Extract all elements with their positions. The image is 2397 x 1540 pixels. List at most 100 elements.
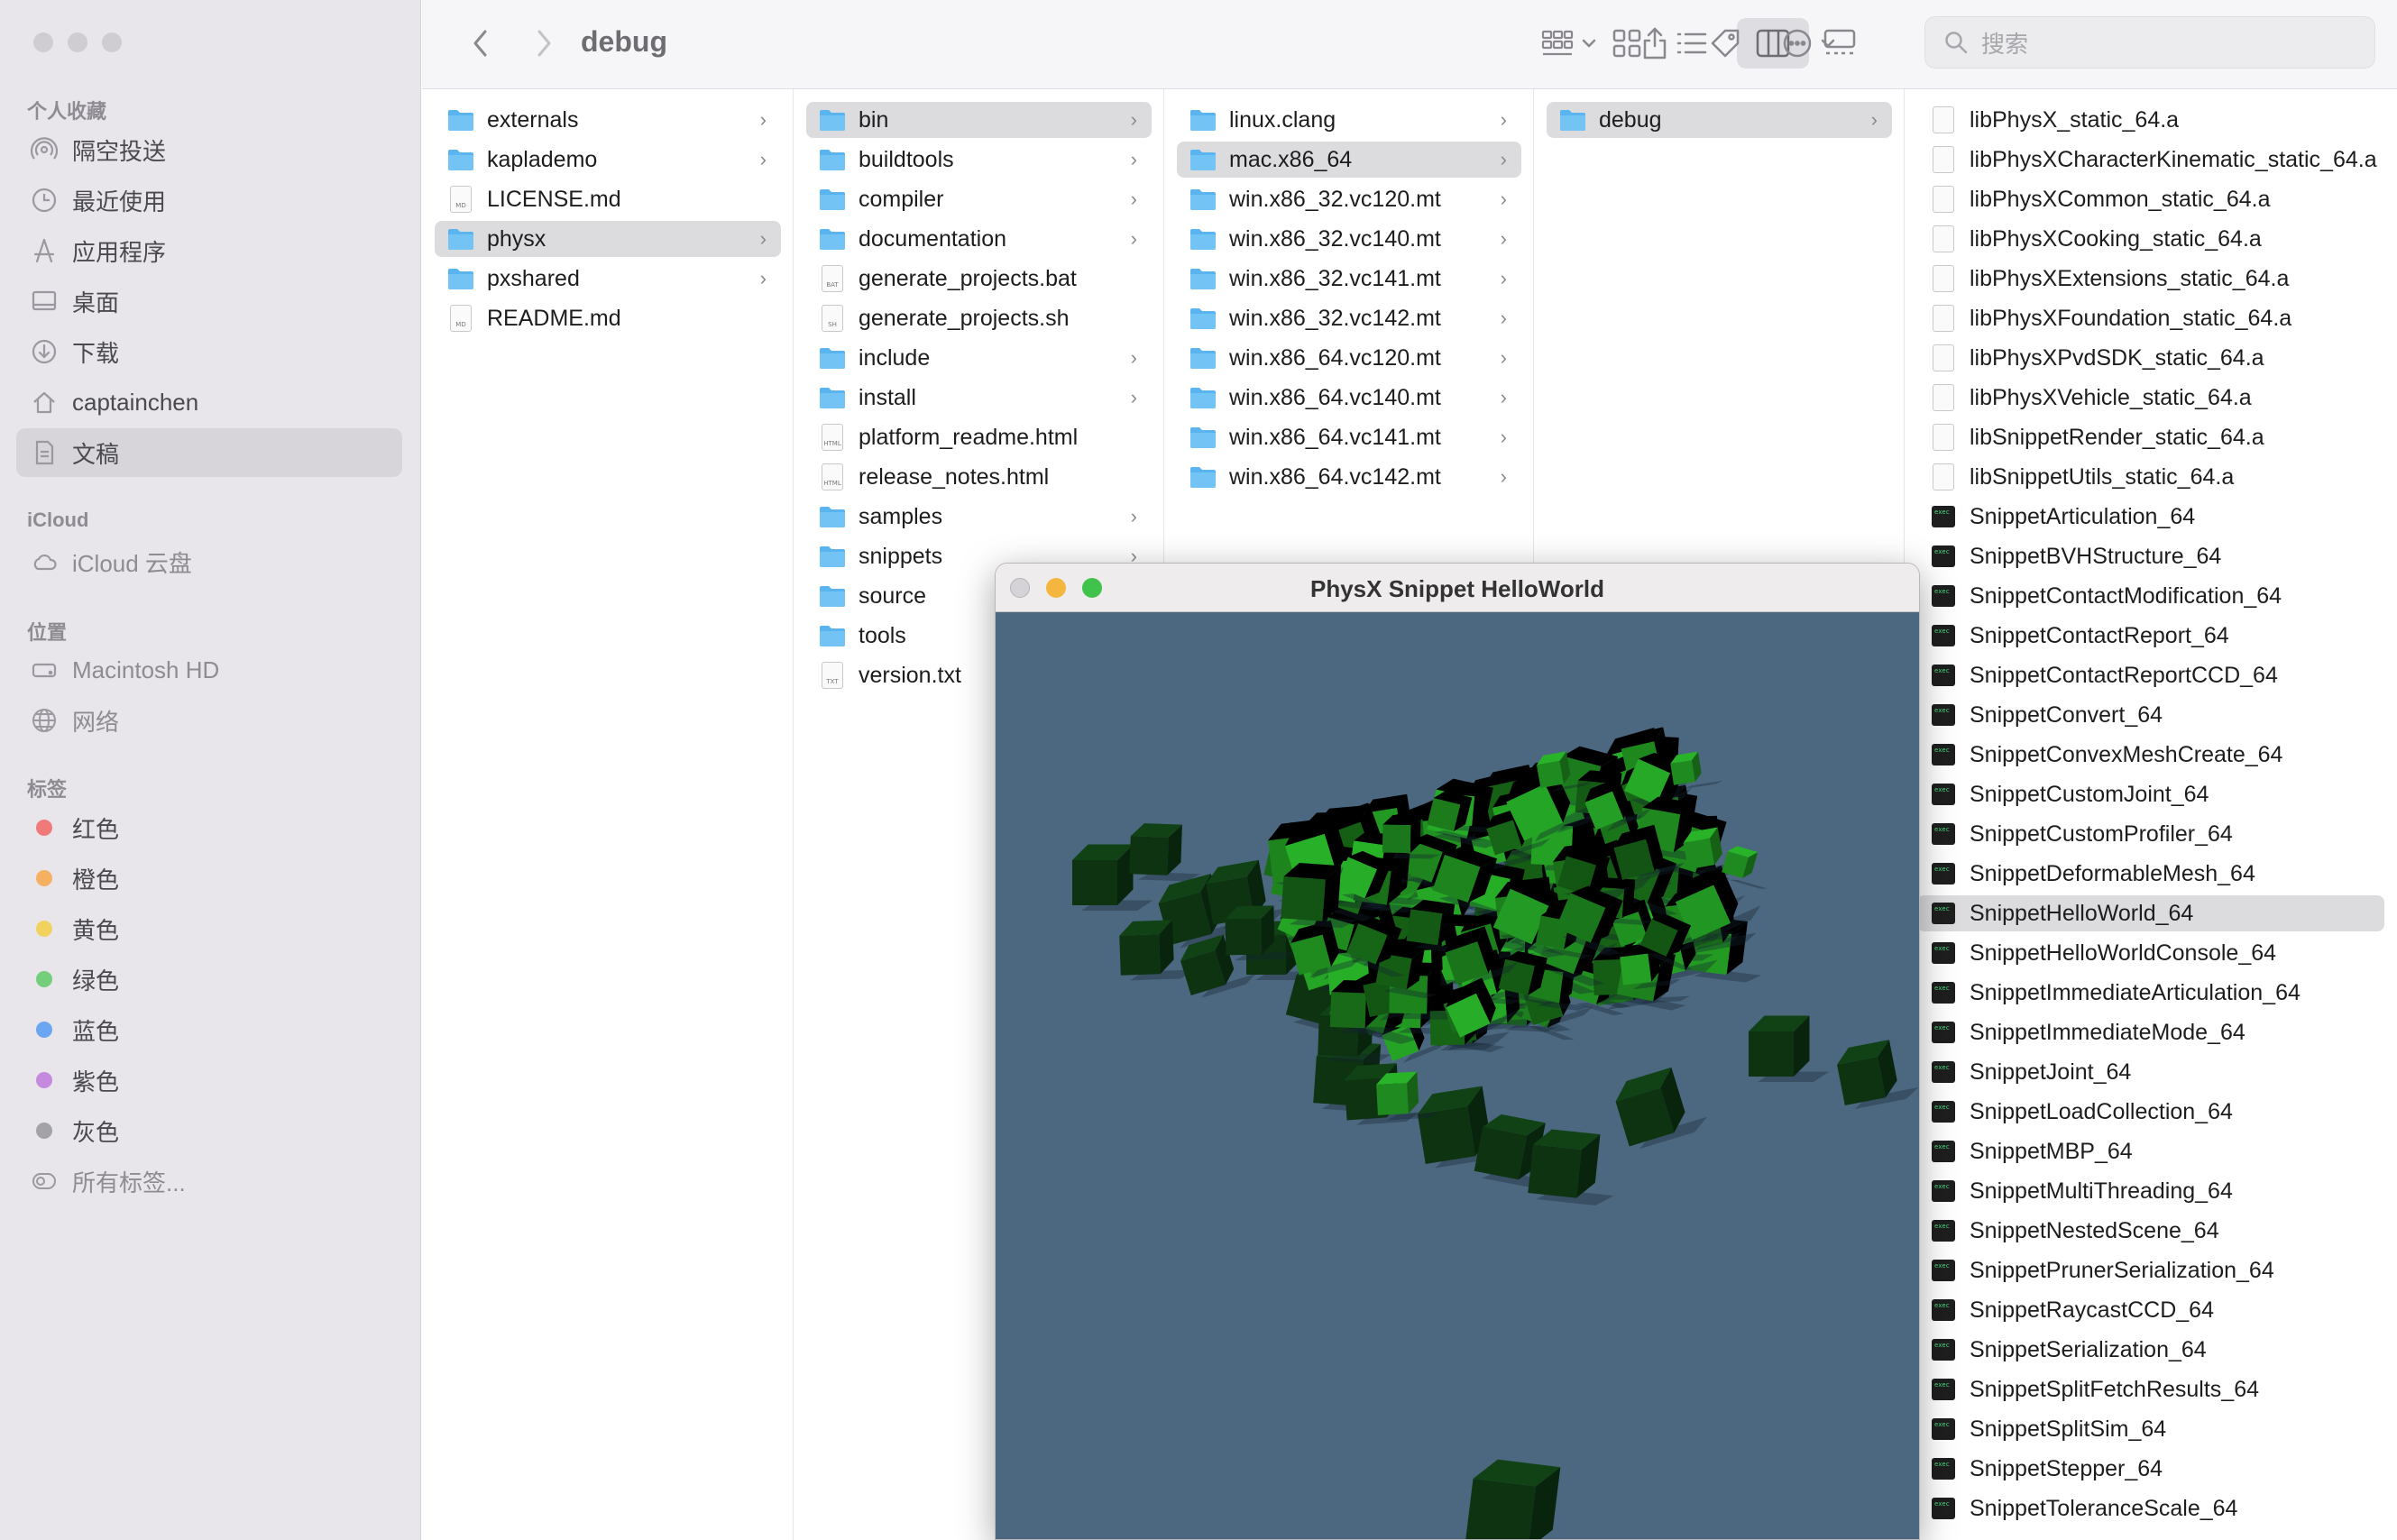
physx-render-viewport[interactable] <box>996 612 1920 1540</box>
minimize-button[interactable] <box>68 32 87 52</box>
executable-row[interactable]: exec SnippetContactModification_64 <box>1917 578 2384 614</box>
folder-row[interactable]: win.x86_32.vc120.mt › <box>1177 181 1521 217</box>
file-row[interactable]: libPhysXFoundation_static_64.a <box>1917 300 2384 336</box>
executable-row[interactable]: exec SnippetCustomJoint_64 <box>1917 776 2384 812</box>
file-row[interactable]: libSnippetUtils_static_64.a <box>1917 459 2384 495</box>
folder-row[interactable]: debug › <box>1547 102 1892 138</box>
folder-row[interactable]: documentation › <box>806 221 1152 257</box>
executable-row[interactable]: exec SnippetCustomProfiler_64 <box>1917 816 2384 852</box>
more-actions-button[interactable] <box>1773 20 1845 67</box>
sidebar-item-desktop[interactable]: 桌面 <box>16 277 402 325</box>
physx-titlebar[interactable]: PhysX Snippet HelloWorld <box>996 564 1919 612</box>
back-button[interactable] <box>458 20 503 67</box>
file-row[interactable]: libSnippetRender_static_64.a <box>1917 419 2384 455</box>
file-row[interactable]: HTML release_notes.html <box>806 459 1152 495</box>
folder-row[interactable]: install › <box>806 380 1152 416</box>
folder-row[interactable]: win.x86_32.vc140.mt › <box>1177 221 1521 257</box>
file-row[interactable]: BAT generate_projects.bat <box>806 261 1152 297</box>
folder-row[interactable]: bin › <box>806 102 1152 138</box>
file-row[interactable]: MD README.md <box>435 300 781 336</box>
executable-row[interactable]: exec SnippetMultiThreading_64 <box>1917 1173 2384 1209</box>
executable-row[interactable]: exec SnippetContactReportCCD_64 <box>1917 657 2384 693</box>
executable-row[interactable]: exec SnippetArticulation_64 <box>1917 499 2384 535</box>
executable-row[interactable]: exec SnippetStepper_64 <box>1917 1451 2384 1487</box>
folder-row[interactable]: win.x86_64.vc120.mt › <box>1177 340 1521 376</box>
executable-row[interactable]: exec SnippetConvexMeshCreate_64 <box>1917 737 2384 773</box>
folder-row[interactable]: buildtools › <box>806 142 1152 178</box>
executable-row[interactable]: exec SnippetDeformableMesh_64 <box>1917 856 2384 892</box>
sidebar-tag[interactable]: 紫色 <box>16 1056 402 1105</box>
sidebar-tag[interactable]: 黄色 <box>16 904 402 953</box>
sidebar-tag[interactable]: 蓝色 <box>16 1005 402 1054</box>
sidebar-item-clock[interactable]: 最近使用 <box>16 176 402 225</box>
file-row[interactable]: SH generate_projects.sh <box>806 300 1152 336</box>
folder-row[interactable]: linux.clang › <box>1177 102 1521 138</box>
folder-icon <box>1189 267 1229 290</box>
physx-snippet-window[interactable]: PhysX Snippet HelloWorld <box>995 563 1920 1540</box>
tag-button[interactable] <box>1703 20 1748 67</box>
sidebar-all-tags[interactable]: 所有标签... <box>16 1157 402 1205</box>
sidebar-tag[interactable]: 橙色 <box>16 854 402 903</box>
file-row[interactable]: libPhysXCharacterKinematic_static_64.a <box>1917 142 2384 178</box>
folder-row[interactable]: externals › <box>435 102 781 138</box>
file-row[interactable]: libPhysXVehicle_static_64.a <box>1917 380 2384 416</box>
executable-row[interactable]: exec SnippetJoint_64 <box>1917 1054 2384 1090</box>
chevron-right-icon: › <box>759 108 767 131</box>
folder-row[interactable]: win.x86_32.vc142.mt › <box>1177 300 1521 336</box>
executable-row[interactable]: exec SnippetToleranceScale_64 <box>1917 1490 2384 1526</box>
folder-row[interactable]: pxshared › <box>435 261 781 297</box>
folder-row[interactable]: samples › <box>806 499 1152 535</box>
sidebar-item-home[interactable]: captainchen <box>16 378 402 426</box>
executable-row[interactable]: exec SnippetLoadCollection_64 <box>1917 1094 2384 1130</box>
executable-row[interactable]: exec SnippetSplitFetchResults_64 <box>1917 1371 2384 1407</box>
file-row[interactable]: libPhysX_static_64.a <box>1917 102 2384 138</box>
executable-row[interactable]: exec SnippetBVHStructure_64 <box>1917 538 2384 574</box>
file-row[interactable]: MD LICENSE.md <box>435 181 781 217</box>
search-field[interactable]: 搜索 <box>1924 16 2375 69</box>
sidebar-tag[interactable]: 灰色 <box>16 1106 402 1155</box>
sidebar-item-icloud-drive[interactable]: iCloud 云盘 <box>16 537 402 586</box>
file-row[interactable]: HTML platform_readme.html <box>806 419 1152 455</box>
folder-row[interactable]: win.x86_32.vc141.mt › <box>1177 261 1521 297</box>
sidebar-tag[interactable]: 绿色 <box>16 955 402 1004</box>
sidebar-item-airdrop[interactable]: 隔空投送 <box>16 125 402 174</box>
executable-row[interactable]: exec SnippetImmediateMode_64 <box>1917 1014 2384 1050</box>
folder-row[interactable]: mac.x86_64 › <box>1177 142 1521 178</box>
folder-row[interactable]: compiler › <box>806 181 1152 217</box>
executable-icon: exec <box>1932 903 1955 924</box>
close-button[interactable] <box>33 32 53 52</box>
executable-row[interactable]: exec SnippetConvert_64 <box>1917 697 2384 733</box>
sidebar-item-document[interactable]: 文稿 <box>16 428 402 477</box>
zoom-button[interactable] <box>102 32 122 52</box>
sidebar-item-download[interactable]: 下载 <box>16 327 402 376</box>
executable-row[interactable]: exec SnippetPrunerSerialization_64 <box>1917 1252 2384 1288</box>
folder-row[interactable]: physx › <box>435 221 781 257</box>
folder-row[interactable]: include › <box>806 340 1152 376</box>
item-name: win.x86_64.vc120.mt <box>1229 344 1441 371</box>
file-row[interactable]: libPhysXExtensions_static_64.a <box>1917 261 2384 297</box>
executable-row[interactable]: exec SnippetHelloWorld_64 <box>1917 895 2384 931</box>
forward-button[interactable] <box>521 20 566 67</box>
sidebar-item-disk[interactable]: Macintosh HD <box>16 646 402 694</box>
folder-row[interactable]: win.x86_64.vc142.mt › <box>1177 459 1521 495</box>
executable-row[interactable]: exec SnippetSplitSim_64 <box>1917 1411 2384 1447</box>
folder-row[interactable]: kaplademo › <box>435 142 781 178</box>
folder-row[interactable]: win.x86_64.vc141.mt › <box>1177 419 1521 455</box>
executable-row[interactable]: exec SnippetSerialization_64 <box>1917 1332 2384 1368</box>
file-row[interactable]: libPhysXCommon_static_64.a <box>1917 181 2384 217</box>
executable-row[interactable]: exec SnippetMBP_64 <box>1917 1133 2384 1169</box>
executable-row[interactable]: exec SnippetRaycastCCD_64 <box>1917 1292 2384 1328</box>
sidebar-tag[interactable]: 红色 <box>16 803 402 852</box>
executable-row[interactable]: exec SnippetImmediateArticulation_64 <box>1917 975 2384 1011</box>
sidebar-item-applications[interactable]: 应用程序 <box>16 226 402 275</box>
executable-row[interactable]: exec SnippetNestedScene_64 <box>1917 1213 2384 1249</box>
group-by-button[interactable] <box>1533 20 1605 67</box>
file-row[interactable]: libPhysXCooking_static_64.a <box>1917 221 2384 257</box>
executable-row[interactable]: exec SnippetHelloWorldConsole_64 <box>1917 935 2384 971</box>
favorites-header: 个人收藏 <box>27 100 107 123</box>
file-row[interactable]: libPhysXPvdSDK_static_64.a <box>1917 340 2384 376</box>
share-button[interactable] <box>1632 20 1677 67</box>
folder-row[interactable]: win.x86_64.vc140.mt › <box>1177 380 1521 416</box>
sidebar-item-globe[interactable]: 网络 <box>16 696 402 745</box>
executable-row[interactable]: exec SnippetContactReport_64 <box>1917 618 2384 654</box>
